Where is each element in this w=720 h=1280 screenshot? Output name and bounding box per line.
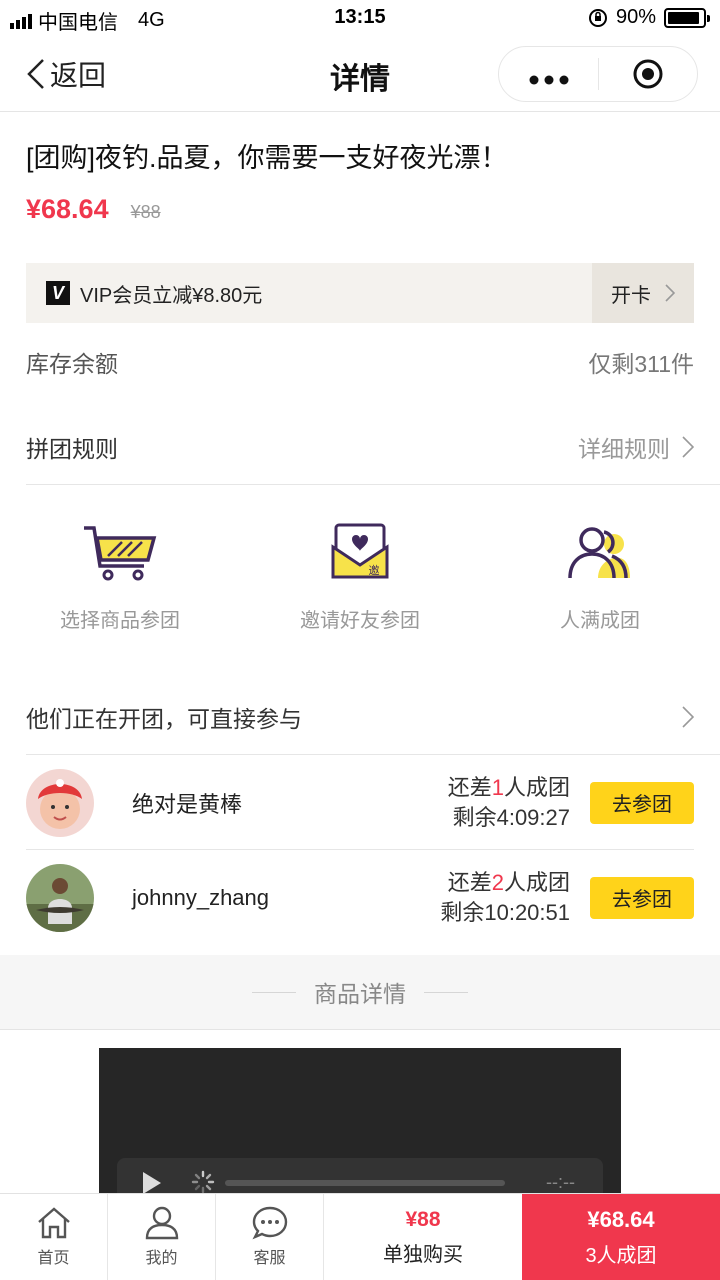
stock-value: 仅剩311件	[588, 351, 694, 377]
status-bar: 中国电信 4G 13:15 90%	[0, 0, 720, 36]
join-group-button[interactable]: 去参团	[590, 781, 694, 824]
step-label: 人满成团	[560, 610, 640, 632]
rules-row[interactable]: 拼团规则 详细规则	[26, 428, 694, 466]
tab-mine[interactable]: 我的	[108, 1194, 216, 1280]
step-label: 选择商品参团	[60, 610, 180, 632]
group-leader-name: 绝对是黄棒	[132, 791, 243, 817]
single-label: 单独购买	[383, 1243, 463, 1266]
divider-line	[252, 991, 296, 993]
need-suffix: 人成团	[503, 774, 570, 800]
rules-link[interactable]: 详细规则	[578, 430, 694, 464]
tab-mine-label: 我的	[145, 1250, 178, 1267]
product-title: [团购]夜钓.品夏，你需要一支好夜光漂！	[26, 143, 508, 173]
single-price: ¥88	[405, 1207, 441, 1231]
tab-service[interactable]: 客服	[216, 1194, 324, 1280]
bottom-action-bar: 首页 我的 客服 ¥88 单独购买 ¥68.64 3人成团	[0, 1193, 720, 1280]
group-remaining-time: 剩余4:09:27	[452, 804, 570, 830]
need-count: 1	[491, 774, 504, 800]
group-status: 还差2人成团 剩余10:20:51	[440, 868, 570, 928]
video-time: --:--	[546, 1172, 575, 1192]
target-icon	[633, 59, 663, 89]
navigation-bar: 返回 详情	[0, 36, 720, 112]
group-need: 还差2人成团	[440, 868, 570, 898]
group-price: ¥68.64	[26, 194, 109, 224]
group-row: 绝对是黄棒 还差1人成团 剩余4:09:27 去参团	[26, 755, 694, 850]
buy-single-button[interactable]: ¥88 单独购买	[324, 1194, 522, 1280]
user-icon	[145, 1206, 178, 1240]
vip-banner: V VIP会员立减¥8.80元 开卡	[26, 263, 694, 323]
stock-label: 库存余额	[26, 351, 118, 377]
section-divider	[26, 484, 720, 485]
price-row: ¥68.64 ¥88	[26, 194, 161, 225]
open-card-button[interactable]: 开卡	[592, 263, 694, 323]
avatar	[26, 863, 94, 932]
buy-group-button[interactable]: ¥68.64 3人成团	[522, 1194, 720, 1280]
group-people-icon	[568, 527, 630, 579]
need-count: 2	[491, 869, 504, 895]
video-player[interactable]: --:--	[99, 1048, 621, 1208]
step-label: 邀请好友参团	[300, 610, 420, 632]
battery-icon	[664, 7, 710, 28]
stock-row: 库存余额 仅剩311件	[26, 344, 694, 380]
chevron-right-icon	[682, 706, 694, 728]
original-price: ¥88	[130, 202, 161, 222]
close-miniprogram-button[interactable]	[599, 58, 697, 90]
rules-link-label: 详细规则	[578, 436, 670, 462]
need-prefix: 还差	[447, 869, 492, 895]
chevron-right-icon	[682, 436, 694, 458]
avatar	[26, 768, 94, 837]
more-dots-icon	[529, 75, 568, 84]
group-remaining-time: 剩余10:20:51	[440, 899, 570, 925]
shopping-cart-icon	[84, 526, 157, 581]
tab-home-label: 首页	[37, 1250, 70, 1267]
rotation-lock-icon	[588, 8, 607, 27]
open-groups-title: 他们正在开团，可直接参与	[26, 706, 302, 732]
chevron-right-icon	[665, 284, 675, 302]
tab-home[interactable]: 首页	[0, 1194, 108, 1280]
tab-service-label: 客服	[253, 1250, 286, 1267]
open-groups-header[interactable]: 他们正在开团，可直接参与	[26, 698, 694, 736]
vip-logo-icon: V	[46, 281, 70, 305]
battery-percent: 90%	[615, 6, 656, 28]
step-select-product: 选择商品参团	[0, 520, 240, 633]
loading-spinner-icon	[191, 1170, 215, 1194]
product-detail-title: 商品详情	[314, 981, 406, 1007]
step-group-complete: 人满成团	[480, 520, 720, 633]
group-buy-label: 3人成团	[585, 1244, 657, 1267]
home-icon	[37, 1207, 70, 1239]
group-buy-price: ¥68.64	[587, 1206, 655, 1232]
video-progress-track[interactable]	[225, 1180, 505, 1186]
open-card-label: 开卡	[611, 284, 651, 307]
group-row: johnny_zhang 还差2人成团 剩余10:20:51 去参团	[26, 850, 694, 945]
need-prefix: 还差	[447, 774, 492, 800]
chat-bubble-icon	[251, 1206, 287, 1240]
group-leader-name: johnny_zhang	[132, 884, 270, 910]
group-need: 还差1人成团	[448, 773, 570, 803]
miniprogram-capsule	[498, 46, 698, 102]
vip-discount-text: VIP会员立减¥8.80元	[80, 284, 263, 307]
rules-label: 拼团规则	[26, 436, 118, 462]
divider-line	[424, 991, 468, 993]
battery-level	[668, 11, 699, 24]
need-suffix: 人成团	[503, 869, 570, 895]
invite-envelope-icon: 邀	[331, 523, 389, 579]
step-invite-friends: 邀 邀请好友参团	[240, 520, 480, 633]
group-status: 还差1人成团 剩余4:09:27	[448, 773, 570, 833]
join-group-button[interactable]: 去参团	[590, 876, 694, 919]
more-button[interactable]	[499, 64, 598, 85]
product-detail-header: 商品详情	[0, 955, 720, 1030]
play-icon[interactable]	[143, 1172, 161, 1194]
svg-text:邀: 邀	[369, 563, 380, 577]
group-steps: 选择商品参团 邀 邀请好友参团 人满成团	[0, 520, 720, 633]
